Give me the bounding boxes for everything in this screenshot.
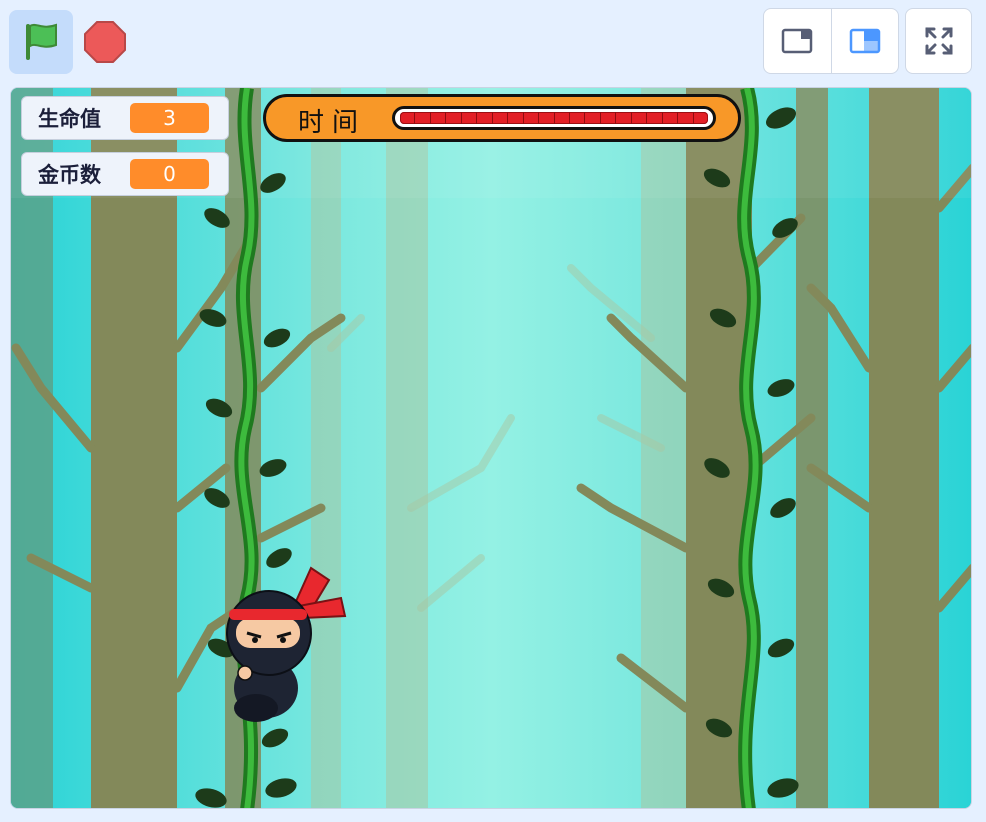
timer-segment [647, 112, 663, 124]
stop-button[interactable] [80, 17, 130, 67]
timer-segment [555, 112, 570, 124]
timer-segment [431, 112, 447, 124]
small-stage-button[interactable] [764, 9, 831, 73]
timer-label: 时间 [298, 108, 367, 138]
timer-segment [616, 112, 632, 124]
fullscreen-button[interactable] [905, 8, 972, 74]
forest-backdrop [11, 88, 971, 808]
timer-segment [400, 112, 416, 124]
timer-segment [585, 112, 601, 124]
timer-segment [539, 112, 555, 124]
timer-segment [524, 112, 540, 124]
timer-progress-bar [392, 106, 716, 130]
timer-segment [694, 112, 708, 124]
stage[interactable]: 生命值 3 金币数 0 时间 [10, 87, 972, 809]
timer-segment [508, 112, 524, 124]
timer-segment [663, 112, 679, 124]
monitor-coins-value: 0 [130, 159, 209, 189]
timer-segment [446, 112, 462, 124]
normal-stage-icon [849, 28, 880, 54]
stop-icon [84, 21, 126, 63]
timer-segment [462, 112, 478, 124]
stage-size-toggle [763, 8, 899, 74]
fullscreen-icon [925, 27, 952, 55]
small-stage-icon [782, 28, 813, 54]
timer-segment [678, 112, 694, 124]
monitor-life-label: 生命值 [38, 107, 101, 131]
timer-segment [477, 112, 493, 124]
scratch-player: 生命值 3 金币数 0 时间 [0, 0, 986, 822]
timer-segment [632, 112, 648, 124]
green-flag-icon [26, 23, 57, 60]
timer-segment [570, 112, 586, 124]
timer-progress-fill [400, 112, 708, 124]
monitor-life-value: 3 [130, 103, 209, 133]
monitor-life[interactable]: 生命值 3 [21, 96, 229, 140]
timer-segment [415, 112, 431, 124]
timer-panel: 时间 [263, 94, 741, 142]
green-flag-button[interactable] [9, 10, 73, 74]
normal-stage-button[interactable] [830, 9, 899, 73]
monitor-coins-label: 金币数 [38, 163, 101, 187]
timer-segment [601, 112, 617, 124]
timer-segment [493, 112, 509, 124]
monitor-coins[interactable]: 金币数 0 [21, 152, 229, 196]
